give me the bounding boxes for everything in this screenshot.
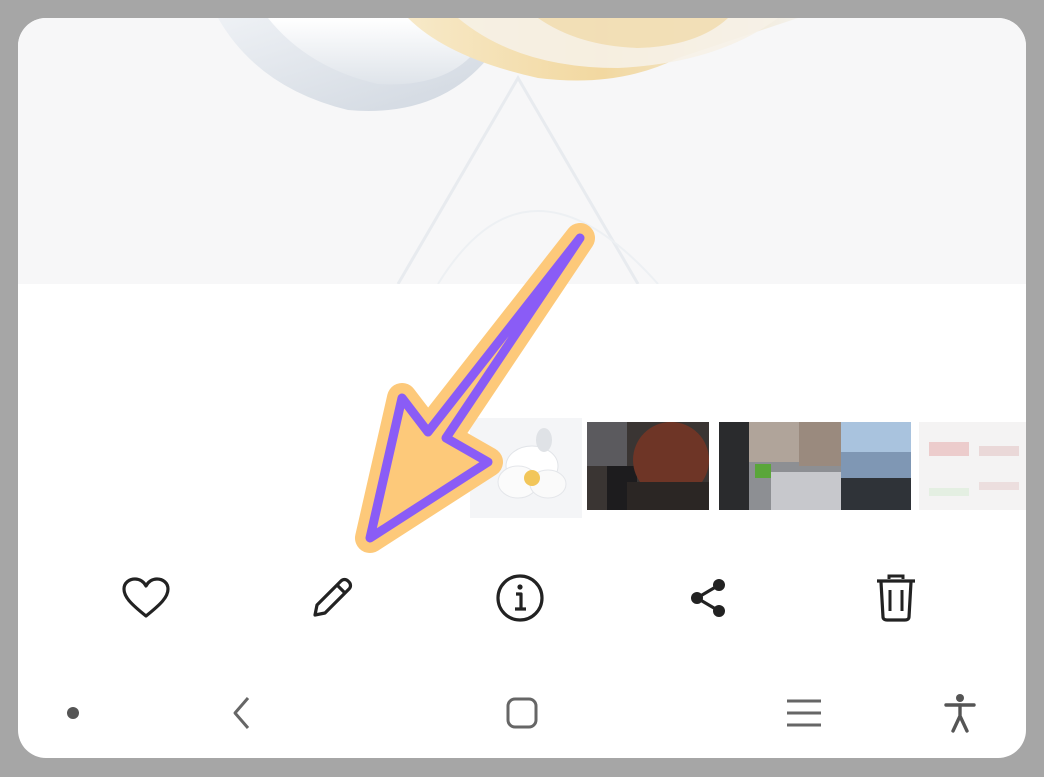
action-bar: [18, 558, 1026, 638]
thumbnail[interactable]: [587, 422, 709, 510]
share-icon: [691, 579, 725, 617]
thumbnail-current[interactable]: [470, 418, 582, 518]
accessibility-button[interactable]: [930, 688, 990, 738]
favorite-button[interactable]: [116, 568, 176, 628]
share-button[interactable]: [678, 568, 738, 628]
info-icon: [496, 574, 544, 622]
phone-screen: [18, 18, 1026, 758]
flower-wallpaper-image: [218, 18, 798, 284]
thumbnail[interactable]: [719, 422, 841, 510]
thumbnail-strip[interactable]: [470, 418, 1026, 518]
delete-button[interactable]: [866, 568, 926, 628]
recents-icon: [787, 699, 821, 727]
trash-icon: [877, 574, 915, 622]
recents-button[interactable]: [774, 688, 834, 738]
thumbnail[interactable]: [841, 422, 911, 510]
blurred-thumbnail-icon: [841, 422, 911, 510]
home-icon: [506, 697, 538, 729]
dot-icon: [67, 707, 79, 719]
accessibility-icon: [944, 694, 976, 733]
system-nav-bar: [18, 678, 1026, 748]
home-button[interactable]: [492, 688, 552, 738]
pencil-icon: [313, 577, 353, 617]
blurred-thumbnail-icon: [587, 422, 709, 510]
back-button[interactable]: [212, 688, 272, 738]
edit-button[interactable]: [302, 568, 362, 628]
nav-dot-button[interactable]: [43, 688, 103, 738]
heart-icon: [122, 577, 170, 618]
details-button[interactable]: [490, 568, 550, 628]
back-icon: [233, 697, 250, 729]
thumbnail[interactable]: [919, 422, 1026, 510]
flower-thumbnail-icon: [470, 418, 582, 518]
photo-preview[interactable]: [18, 18, 1026, 284]
blurred-thumbnail-icon: [919, 422, 1026, 510]
blurred-thumbnail-icon: [719, 422, 841, 510]
